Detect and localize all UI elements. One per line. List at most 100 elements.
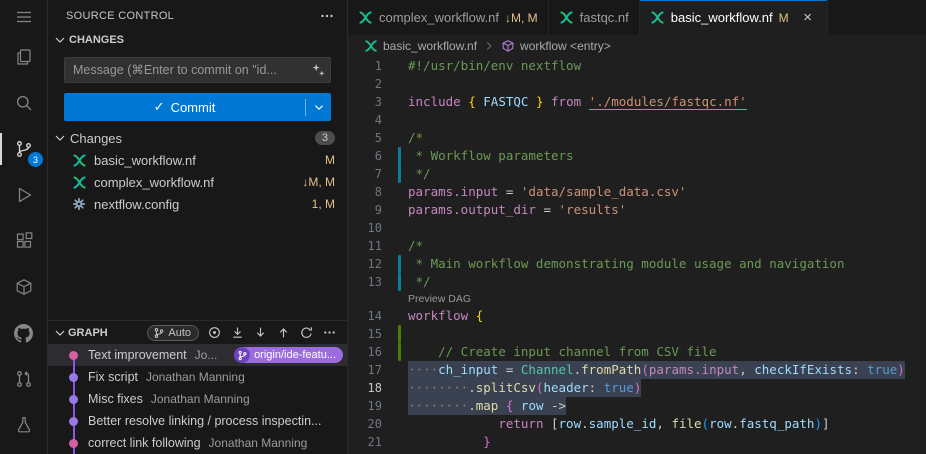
line-number[interactable]: 15 [348, 325, 404, 343]
github-button[interactable] [0, 310, 47, 356]
changes-section-header[interactable]: CHANGES [48, 29, 347, 51]
branch-icon [234, 347, 250, 363]
breadcrumb-symbol[interactable]: workflow <entry> [520, 39, 611, 53]
code-line: 13 */ [348, 273, 926, 291]
sparkle-icon[interactable] [310, 62, 326, 83]
line-number[interactable]: 20 [348, 415, 404, 433]
file-row-nextflow-config[interactable]: nextflow.config1, M [48, 193, 347, 215]
line-number[interactable]: 1 [348, 57, 404, 75]
nextflow-icon [72, 152, 88, 168]
refresh-button[interactable] [299, 325, 314, 340]
source-control-button[interactable]: 3 [0, 126, 47, 172]
commit-message: Misc fixes [88, 392, 143, 406]
code-text[interactable]: */ [408, 165, 431, 183]
menu-icon [14, 7, 34, 27]
commit-button[interactable]: ✓ Commit [64, 93, 331, 121]
code-text[interactable]: */ [408, 273, 431, 291]
line-number[interactable]: 8 [348, 183, 404, 201]
gutter-modified-indicator [398, 255, 401, 273]
code-text[interactable]: workflow { [408, 307, 483, 325]
explorer-button[interactable] [0, 34, 47, 80]
graph-controls: Auto [147, 325, 337, 341]
pull-request-button[interactable] [0, 356, 47, 402]
code-text[interactable]: ····ch_input = Channel.fromPath(params.i… [408, 361, 905, 379]
code-text[interactable]: params.output_dir = 'results' [408, 201, 626, 219]
code-text[interactable]: params.input = 'data/sample_data.csv' [408, 183, 686, 201]
code-text[interactable]: include { FASTQC } from './modules/fastq… [408, 93, 747, 111]
code-area[interactable]: 1#!/usr/bin/env nextflow23include { FAST… [348, 57, 926, 454]
commit-row[interactable]: Better resolve linking / process inspect… [48, 410, 347, 432]
extensions-button[interactable] [0, 218, 47, 264]
commit-graph-lane [48, 432, 88, 454]
code-text[interactable]: ········.splitCsv(header: true) [408, 379, 641, 397]
commit-row[interactable]: Text improvementJo...origin/ide-featu... [48, 344, 347, 366]
gutter-modified-indicator [398, 273, 401, 291]
codelens-preview-dag[interactable]: Preview DAG [348, 291, 926, 307]
branch-ref-pill[interactable]: origin/ide-featu... [234, 347, 343, 363]
commit-row[interactable]: Fix scriptJonathan Manning [48, 366, 347, 388]
code-line: 15 [348, 325, 926, 343]
breadcrumb[interactable]: basic_workflow.nf workflow <entry> [348, 35, 926, 57]
tab-basic-workflow-nf[interactable]: basic_workflow.nfM× [640, 0, 828, 35]
line-number[interactable]: 4 [348, 111, 404, 129]
line-number[interactable]: 13 [348, 273, 404, 291]
line-number[interactable]: 19 [348, 397, 404, 415]
code-text[interactable]: * Workflow parameters [408, 147, 574, 165]
code-text[interactable]: /* [408, 129, 423, 147]
commit-message: Fix script [88, 370, 138, 384]
nextflow-icon [358, 10, 373, 25]
file-row-complex-workflow-nf[interactable]: complex_workflow.nf↓M, M [48, 171, 347, 193]
code-text[interactable]: ········.map { row -> [408, 397, 566, 415]
testing-button[interactable] [0, 402, 47, 448]
commit-author: Jo... [195, 348, 234, 362]
commit-button-main[interactable]: ✓ Commit [64, 99, 305, 115]
package-button[interactable] [0, 264, 47, 310]
files-icon [14, 47, 34, 67]
tab-complex-workflow-nf[interactable]: complex_workflow.nf↓M, M [348, 0, 549, 35]
code-text[interactable]: /* [408, 237, 423, 255]
tab-fastqc-nf[interactable]: fastqc.nf [549, 0, 640, 35]
line-number[interactable]: 7 [348, 165, 404, 183]
code-line: 6 * Workflow parameters [348, 147, 926, 165]
run-debug-button[interactable] [0, 172, 47, 218]
line-number[interactable]: 11 [348, 237, 404, 255]
line-number[interactable]: 14 [348, 307, 404, 325]
code-line: 7 */ [348, 165, 926, 183]
line-number[interactable]: 17 [348, 361, 404, 379]
line-number[interactable]: 3 [348, 93, 404, 111]
line-number[interactable]: 16 [348, 343, 404, 361]
push-button[interactable] [276, 325, 291, 340]
graph-more-icon[interactable] [322, 325, 337, 340]
line-number[interactable]: 10 [348, 219, 404, 237]
line-number[interactable]: 18 [348, 379, 404, 397]
commit-row[interactable]: correct link followingJonathan Manning [48, 432, 347, 454]
line-number[interactable]: 2 [348, 75, 404, 93]
commit-dropdown-button[interactable] [306, 100, 331, 114]
menu-button[interactable] [0, 0, 47, 34]
commit-row[interactable]: Misc fixesJonathan Manning [48, 388, 347, 410]
line-number[interactable]: 12 [348, 255, 404, 273]
search-button[interactable] [0, 80, 47, 126]
code-text[interactable]: // Create input channel from CSV file [408, 343, 717, 361]
tab-close-icon[interactable]: × [799, 9, 817, 27]
line-number[interactable]: 6 [348, 147, 404, 165]
line-number[interactable]: 5 [348, 129, 404, 147]
code-line: 19········.map { row -> [348, 397, 926, 415]
scope-button[interactable] [207, 325, 222, 340]
auto-toggle[interactable]: Auto [147, 325, 199, 341]
code-text[interactable]: } [408, 433, 491, 451]
commit-message-input[interactable] [64, 57, 331, 83]
code-text[interactable]: #!/usr/bin/env nextflow [408, 57, 581, 75]
more-actions-icon[interactable] [319, 8, 335, 24]
line-number[interactable]: 21 [348, 433, 404, 451]
code-text[interactable]: return [row.sample_id, file(row.fastq_pa… [408, 415, 830, 433]
file-row-basic-workflow-nf[interactable]: basic_workflow.nfM [48, 149, 347, 171]
arrow-down-icon [253, 325, 268, 340]
changes-tree-header[interactable]: Changes 3 [48, 127, 347, 149]
line-number[interactable]: 9 [348, 201, 404, 219]
fetch-button[interactable] [230, 325, 245, 340]
breadcrumb-file[interactable]: basic_workflow.nf [383, 39, 477, 53]
pull-button[interactable] [253, 325, 268, 340]
code-text[interactable]: * Main workflow demonstrating module usa… [408, 255, 845, 273]
ellipsis-icon [322, 325, 337, 340]
